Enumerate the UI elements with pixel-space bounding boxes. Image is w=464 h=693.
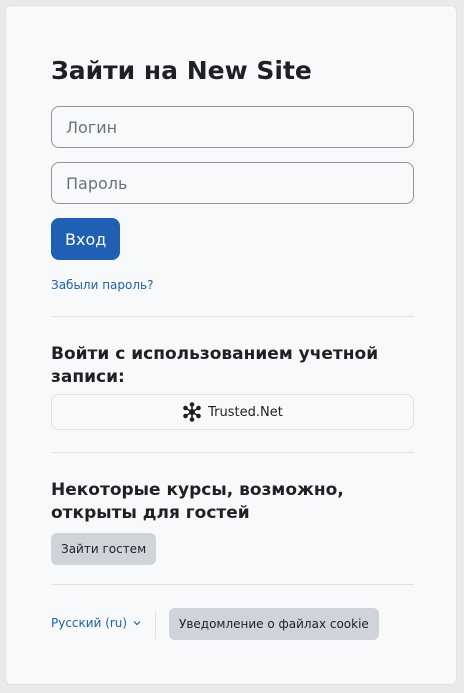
- page-title: Зайти на New Site: [51, 56, 312, 85]
- guest-login-button[interactable]: Зайти гостем: [51, 533, 157, 565]
- language-label: Русский (ru): [51, 616, 128, 630]
- password-input[interactable]: [51, 162, 414, 204]
- divider: [51, 316, 414, 317]
- language-selector[interactable]: Русский (ru): [51, 616, 141, 630]
- cookie-notice-button[interactable]: Уведомление о файлах cookie: [169, 608, 379, 640]
- username-input[interactable]: [51, 106, 414, 148]
- trustednet-login-button[interactable]: Trusted.Net: [51, 394, 414, 430]
- footer-separator: [155, 611, 156, 639]
- guest-heading: Некоторые курсы, возможно, открыты для г…: [51, 480, 344, 523]
- divider: [51, 584, 414, 585]
- network-star-icon: [183, 402, 201, 422]
- login-button[interactable]: Вход: [51, 218, 121, 260]
- divider: [51, 452, 414, 453]
- login-card: Зайти на New Site Вход Забыли пароль? Во…: [5, 5, 457, 685]
- forgot-password-link[interactable]: Забыли пароль?: [51, 278, 153, 292]
- sso-provider-label: Trusted.Net: [208, 404, 283, 420]
- chevron-down-icon: [133, 621, 141, 626]
- sso-heading: Войти с использованием учетной записи:: [51, 344, 379, 387]
